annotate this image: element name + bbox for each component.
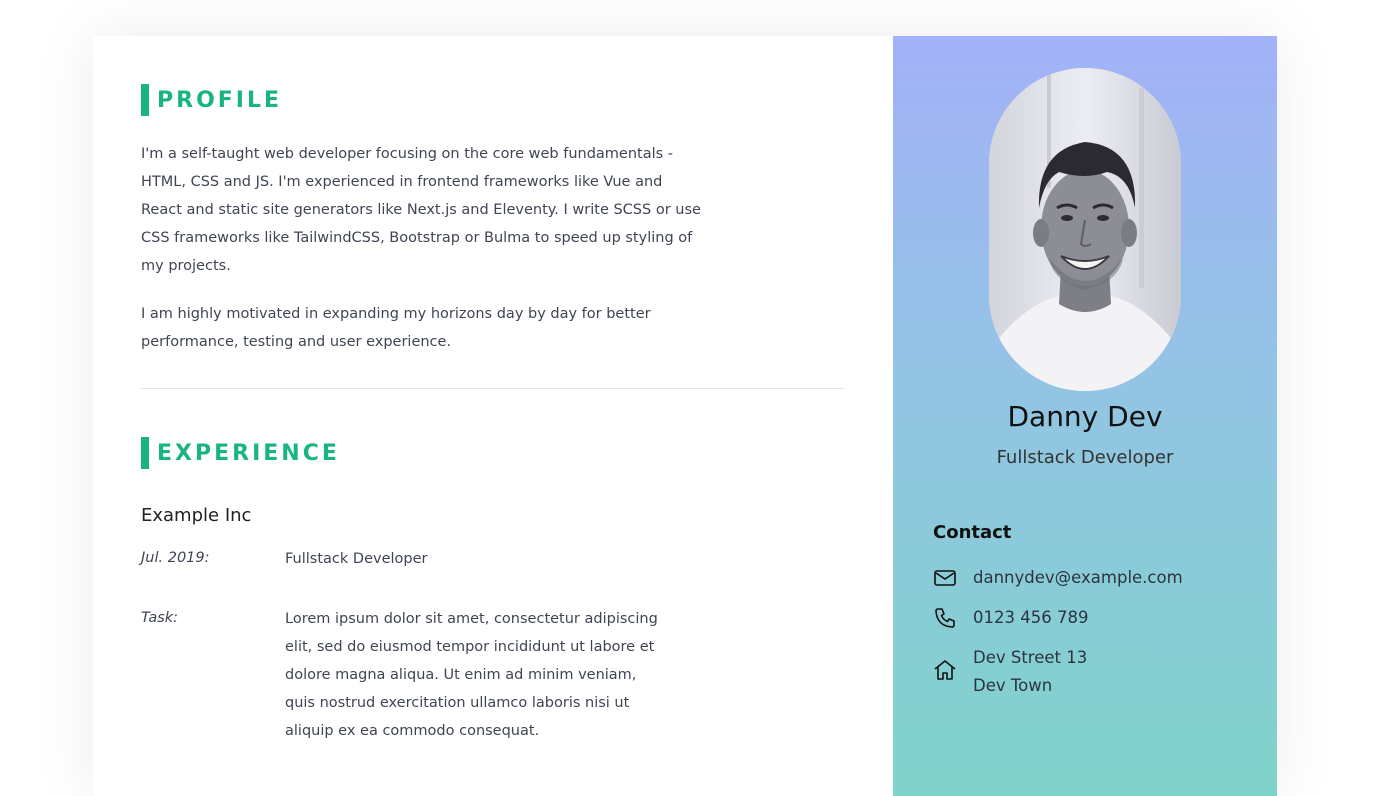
company-name: Example Inc <box>141 505 252 526</box>
address-line-2: Dev Town <box>973 676 1053 695</box>
task-label: Task: <box>141 610 179 626</box>
address-line-1: Dev Street 13 <box>973 648 1088 667</box>
profile-paragraph-1: I'm a self-taught web developer focusing… <box>141 146 701 274</box>
person-role: Fullstack Developer <box>996 447 1174 468</box>
portrait-photo <box>989 68 1181 391</box>
section-divider <box>141 388 845 389</box>
experience-heading: EXPERIENCE <box>141 437 340 469</box>
contact-heading: Contact <box>933 522 1012 543</box>
profile-heading: PROFILE <box>141 84 282 116</box>
date-label: Jul. 2019: <box>141 550 210 566</box>
main-content: PROFILE I'm a self-taught web developer … <box>93 36 893 796</box>
avatar <box>989 68 1181 391</box>
resume-page: PROFILE I'm a self-taught web developer … <box>93 36 1277 796</box>
home-icon <box>934 660 956 680</box>
phone-number[interactable]: 0123 456 789 <box>973 604 1088 632</box>
sidebar: Danny Dev Fullstack Developer Contact da… <box>893 36 1277 796</box>
task-description: Lorem ipsum dolor sit amet, consectetur … <box>285 611 658 739</box>
phone-icon <box>935 608 955 628</box>
email-link[interactable]: dannydev@example.com <box>973 564 1183 592</box>
profile-paragraph-2: I am highly motivated in expanding my ho… <box>141 306 651 350</box>
mail-icon <box>934 570 956 586</box>
person-name: Danny Dev <box>1007 400 1163 433</box>
position-title: Fullstack Developer <box>285 551 428 567</box>
